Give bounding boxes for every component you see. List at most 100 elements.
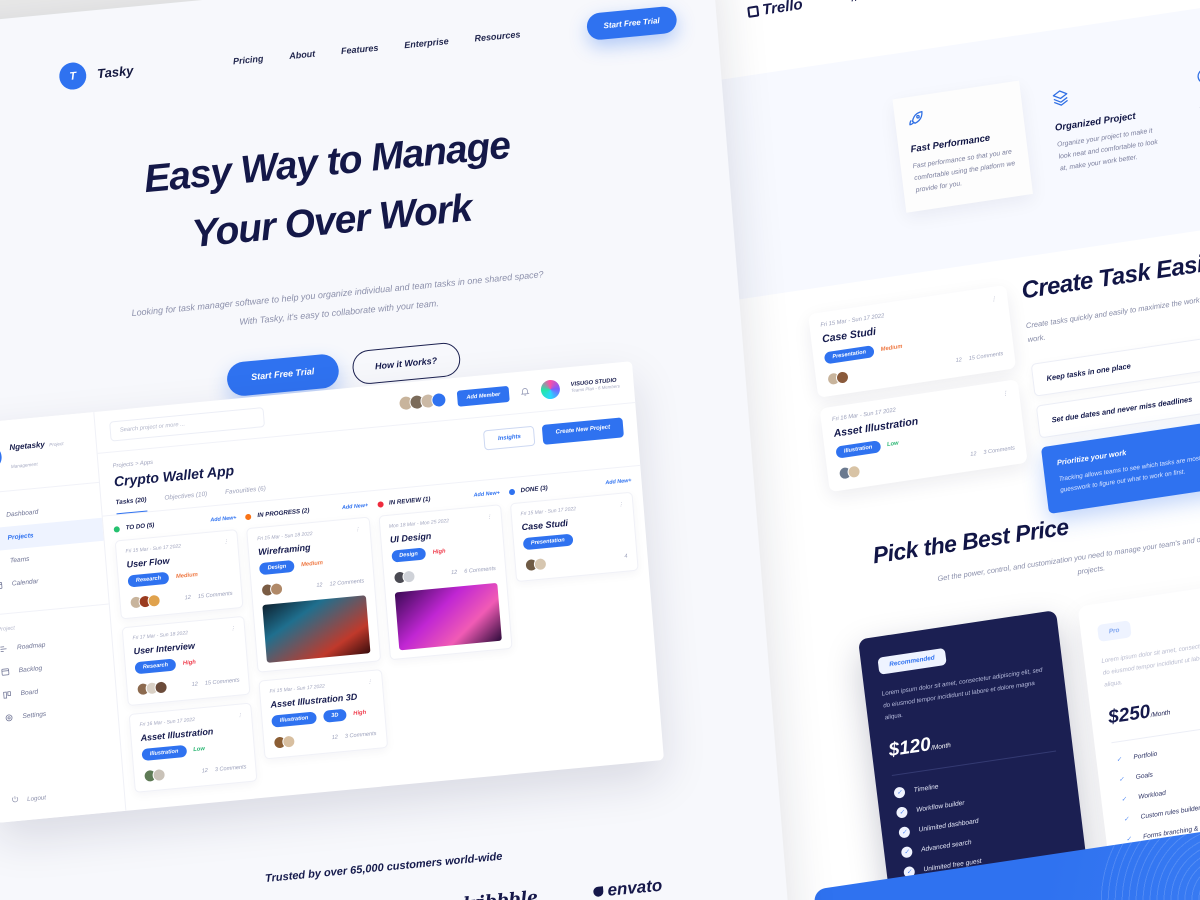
task-card[interactable]: Fri 16 Mar - Sun 17 2022 ⋮ Asset Illustra…: [128, 702, 258, 793]
clock-icon: [1195, 53, 1200, 91]
check-icon: ✓: [893, 786, 906, 800]
nav-link-pricing[interactable]: Pricing: [233, 53, 264, 66]
check-icon: ✓: [1118, 776, 1125, 784]
task-card[interactable]: Fri 15 Mar - Sun 18 2022 ⋮ Wireframing De…: [246, 516, 381, 673]
more-icon[interactable]: ⋮: [618, 502, 623, 508]
tab-tasks[interactable]: Tasks (20): [115, 496, 148, 515]
navbar: T Tasky Pricing About Features Enterpris…: [58, 5, 678, 91]
hero-heading-line2: Your Over Work: [190, 186, 474, 256]
task-tag: Design: [259, 559, 295, 576]
more-icon[interactable]: ⋮: [1002, 391, 1008, 398]
comment-count: 12 Comments: [329, 577, 365, 588]
rocket-icon: [906, 96, 1012, 134]
comment-count: 15 Comments: [968, 350, 1004, 362]
attachment-count: 12: [955, 356, 963, 364]
settings-icon: [4, 713, 14, 723]
trello-icon: Trello: [746, 0, 804, 20]
envato-leaf-icon: envato: [593, 876, 663, 900]
more-icon[interactable]: ⋮: [223, 539, 228, 545]
dribbble-icon: dribbble: [457, 887, 538, 900]
status-dot: [113, 525, 120, 533]
check-icon: ✓: [898, 826, 911, 839]
more-icon[interactable]: ⋮: [486, 514, 491, 520]
nav-link-resources[interactable]: Resources: [474, 29, 521, 43]
logout-button[interactable]: Logout: [11, 792, 47, 805]
kanban-column-in-progress: IN PROGRESS (2) Add New+ Fri 15 Mar - Sun…: [245, 502, 390, 788]
task-card[interactable]: Fri 15 Mar - Sun 17 2022 ⋮ Case Studi Pre…: [808, 284, 1017, 398]
divider: [0, 481, 99, 496]
add-member-button[interactable]: Add Member: [456, 385, 510, 407]
avatar-group: [129, 593, 162, 610]
more-icon[interactable]: ⋮: [230, 626, 235, 632]
task-card[interactable]: Fri 15 Mar - Sun 17 2022 ⋮ Case Studi Pre…: [509, 491, 639, 583]
avatar-group: [826, 370, 850, 387]
more-icon[interactable]: ⋮: [367, 679, 372, 685]
task-date: Fri 15 Mar - Sun 18 2022: [257, 531, 313, 543]
task-tag: Illustration: [141, 744, 187, 762]
column-title: DONE (3): [520, 484, 549, 495]
layers-icon: [1050, 75, 1156, 113]
sidebar-item-label: Calendar: [11, 578, 39, 588]
sidebar-item-label: Board: [20, 688, 39, 698]
add-new-button[interactable]: Add New+: [210, 515, 237, 523]
create-new-project-button[interactable]: Create New Project: [542, 417, 624, 445]
task-card[interactable]: Fri 15 Mar - Sun 17 2022 ⋮ Asset Illustra…: [258, 669, 388, 760]
insights-button[interactable]: Insights: [483, 425, 536, 451]
plan-description: Lorem ipsum dolor sit amet, consectetur …: [1100, 634, 1200, 689]
plan-period: /Month: [930, 742, 952, 753]
task-tag: Presentation: [823, 345, 875, 365]
primary-landing-page: T Tasky Pricing About Features Enterpris…: [0, 0, 792, 900]
more-icon[interactable]: ⋮: [355, 527, 360, 533]
check-icon: ✓: [1121, 796, 1127, 804]
comment-count: 3 Comments: [983, 444, 1016, 456]
plan-description: Lorem ipsum dolor sit amet, consectetur …: [881, 666, 1043, 722]
check-icon: ✓: [895, 806, 909, 819]
task-date: Fri 15 Mar - Sun 17 2022: [520, 506, 577, 518]
plan-price: $250: [1107, 701, 1152, 729]
comment-count: 15 Comments: [204, 677, 240, 687]
task-tag-secondary: 3D: [322, 708, 347, 723]
accordion-label: Prioritize your work: [1056, 447, 1127, 467]
nav-link-about[interactable]: About: [289, 48, 316, 60]
feature-card-schedule-project: Schedule Project Schedule your projects …: [1181, 37, 1200, 169]
comment-count: 6 Comments: [464, 565, 497, 575]
attachment-count: 12: [450, 569, 458, 576]
task-tag: Presentation: [522, 533, 574, 551]
more-icon[interactable]: ⋮: [237, 712, 242, 718]
task-date: Fri 15 Mar - Sun 17 2022: [269, 683, 326, 695]
nav-link-features[interactable]: Features: [341, 42, 379, 56]
add-new-button[interactable]: Add New+: [473, 490, 500, 498]
avatar-group: [143, 767, 167, 783]
add-new-button[interactable]: Add New+: [605, 477, 632, 485]
dashboard-mockup: Ngetasky Project Management Dashboard Pr…: [0, 361, 664, 823]
accordion-label: Set due dates and never miss deadlines: [1051, 394, 1193, 425]
task-card[interactable]: Mon 18 Mar - Mon 25 2022 ⋮ UI Design Desi…: [378, 504, 513, 661]
task-tag: Illustration: [271, 711, 317, 728]
brand-mark-icon: T: [58, 61, 88, 91]
plan-badge: Recommended: [877, 647, 947, 675]
task-cover-image: [394, 582, 502, 651]
bell-icon[interactable]: [519, 382, 530, 401]
plan-period: /Month: [1150, 709, 1171, 720]
add-new-button[interactable]: Add New+: [342, 502, 369, 510]
check-icon: ✓: [1116, 757, 1123, 764]
nav-link-enterprise[interactable]: Enterprise: [404, 36, 449, 50]
avatar-group: [392, 569, 416, 585]
task-card[interactable]: Fri 17 Mar - Sun 18 2022 ⋮ User Interview…: [121, 615, 251, 707]
task-card[interactable]: Fri 15 Mar - Sun 17 2022 ⋮ User Flow Rese…: [114, 529, 244, 620]
search-input[interactable]: Search project or more ...: [109, 406, 265, 442]
column-title: TO DO (5): [125, 521, 155, 532]
task-priority: Low: [193, 746, 206, 754]
column-title: IN REVIEW (1): [388, 495, 431, 507]
more-icon[interactable]: ⋮: [990, 296, 996, 303]
avatar-group: [273, 734, 297, 750]
workspace-header: Ngetasky Project Management: [0, 429, 98, 477]
workspace-logo-icon: [0, 445, 3, 469]
task-card[interactable]: Fri 16 Mar - Sun 17 2022 ⋮ Asset Illustra…: [819, 379, 1028, 493]
workspace-name: Ngetasky: [9, 439, 46, 453]
comment-count: 3 Comments: [344, 730, 377, 740]
brand-logo[interactable]: T Tasky: [58, 57, 134, 91]
task-tag: Illustration: [835, 440, 881, 459]
attachment-count: 12: [331, 734, 339, 741]
nav-start-free-trial-button[interactable]: Start Free Trial: [585, 5, 678, 41]
